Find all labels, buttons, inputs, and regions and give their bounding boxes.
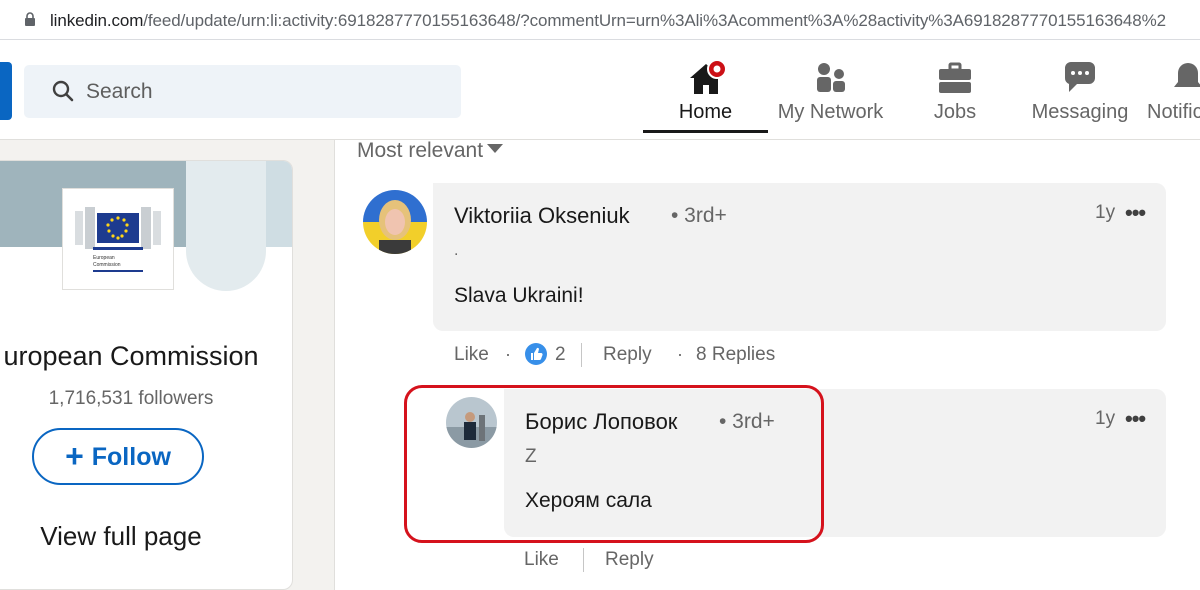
nav-notifications[interactable]: Notific bbox=[1140, 54, 1200, 140]
comment-time: 1y bbox=[1095, 202, 1116, 223]
follow-label: Follow bbox=[91, 443, 171, 471]
caret-down-icon bbox=[487, 144, 504, 153]
briefcase-icon bbox=[939, 62, 971, 93]
nav-home-label: Home bbox=[678, 101, 733, 123]
company-name[interactable]: uropean Commission bbox=[0, 341, 271, 372]
avatar[interactable] bbox=[446, 397, 497, 448]
network-icon bbox=[816, 63, 845, 92]
url-path: /feed/update/urn:li:activity:69182877701… bbox=[143, 11, 1166, 30]
more-options-icon[interactable]: ••• bbox=[1125, 406, 1146, 432]
comments-section: Most relevant Viktoriia Okseniuk • 3rd+ … bbox=[334, 139, 1200, 590]
avatar-image bbox=[363, 190, 427, 254]
reply-button[interactable]: Reply bbox=[603, 344, 652, 366]
comment-text: Хероям сала bbox=[525, 489, 652, 512]
url-text[interactable]: linkedin.com/feed/update/urn:li:activity… bbox=[50, 11, 1166, 31]
nav-jobs-label: Jobs bbox=[933, 101, 977, 123]
company-card: European Commission uropean Commission 1… bbox=[0, 160, 293, 590]
ec-logo-graphic: European Commission bbox=[75, 207, 161, 272]
url-host: linkedin.com bbox=[50, 11, 144, 30]
connection-degree: • 3rd+ bbox=[719, 410, 775, 433]
avatar-image bbox=[446, 397, 497, 448]
search-placeholder[interactable]: Search bbox=[86, 80, 153, 104]
comment-time: 1y bbox=[1095, 408, 1116, 429]
plus-icon: + bbox=[65, 438, 84, 474]
ec-logo-text-2: Commission bbox=[93, 262, 121, 268]
avatar[interactable] bbox=[363, 190, 427, 254]
reply-button[interactable]: Reply bbox=[605, 549, 654, 571]
more-options-icon[interactable]: ••• bbox=[1125, 200, 1146, 226]
connection-degree: • 3rd+ bbox=[671, 204, 727, 227]
nav-my-network-label: My Network bbox=[777, 101, 884, 123]
messaging-icon bbox=[1064, 62, 1095, 92]
european-commission-logo[interactable]: European Commission bbox=[62, 188, 174, 290]
search-box[interactable]: Search bbox=[24, 65, 461, 118]
nav-home[interactable]: Home bbox=[643, 54, 768, 140]
browser-url-bar[interactable]: linkedin.com/feed/update/urn:li:activity… bbox=[0, 0, 1200, 40]
comment-text: Slava Ukraini! bbox=[454, 284, 584, 307]
sort-dropdown[interactable]: Most relevant bbox=[357, 139, 504, 163]
dot-separator: · bbox=[505, 344, 511, 364]
top-navigation: Search Home My Network Jobs Messaging No… bbox=[0, 40, 1200, 140]
reaction-count[interactable]: 2 bbox=[555, 344, 566, 366]
comment-author[interactable]: Viktoriia Okseniuk bbox=[454, 203, 630, 229]
action-divider bbox=[583, 548, 584, 572]
dot-separator: · bbox=[677, 344, 683, 364]
search-icon bbox=[52, 80, 74, 102]
home-icon bbox=[689, 59, 726, 94]
replies-link[interactable]: 8 Replies bbox=[696, 344, 775, 366]
linkedin-logo[interactable] bbox=[0, 62, 12, 120]
view-full-page-link[interactable]: View full page bbox=[0, 521, 251, 552]
nav-jobs[interactable]: Jobs bbox=[895, 54, 1015, 140]
author-headline: . bbox=[454, 242, 459, 259]
sort-label: Most relevant bbox=[357, 139, 484, 162]
follower-count: 1,716,531 followers bbox=[48, 388, 214, 409]
nav-my-network[interactable]: My Network bbox=[768, 54, 893, 140]
lock-icon bbox=[25, 12, 35, 26]
author-headline: Z bbox=[525, 446, 537, 467]
like-button[interactable]: Like bbox=[524, 549, 559, 571]
nav-messaging[interactable]: Messaging bbox=[1020, 54, 1140, 140]
comment-author[interactable]: Борис Лоповок bbox=[525, 409, 677, 435]
like-reaction-icon bbox=[525, 343, 547, 365]
bell-icon bbox=[1174, 63, 1200, 87]
action-divider bbox=[581, 343, 582, 367]
nav-notifications-label: Notific bbox=[1147, 101, 1200, 123]
active-indicator bbox=[643, 130, 768, 133]
follow-button[interactable]: + Follow bbox=[32, 428, 204, 485]
ec-logo-text-1: European bbox=[93, 255, 115, 261]
nav-messaging-label: Messaging bbox=[1031, 101, 1129, 123]
like-button[interactable]: Like bbox=[454, 344, 489, 366]
